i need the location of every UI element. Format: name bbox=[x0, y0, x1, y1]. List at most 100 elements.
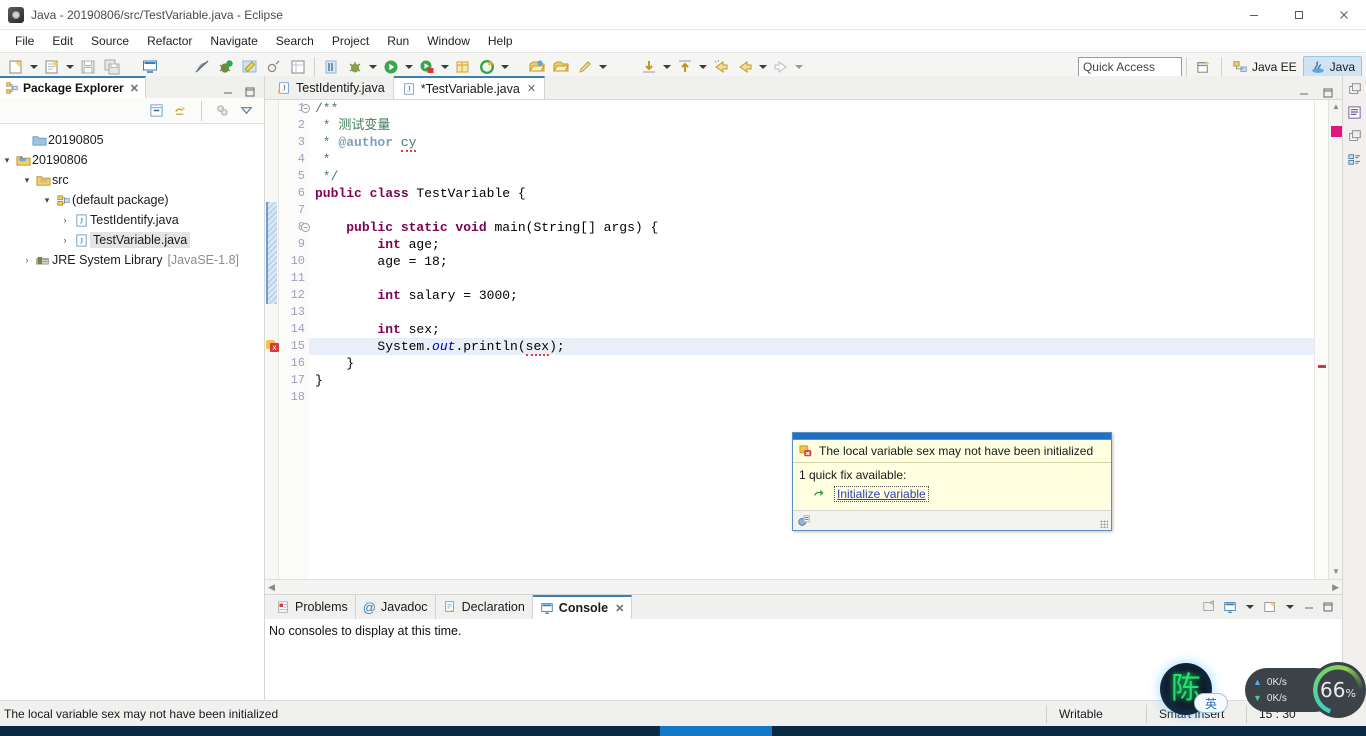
tree-item-src[interactable]: ▾ src bbox=[0, 170, 264, 190]
explorer-toolbar-separator bbox=[201, 100, 202, 121]
tree-item-20190806[interactable]: ▾ 20190806 bbox=[0, 150, 264, 170]
editor-tab-close-icon[interactable]: ✕ bbox=[527, 82, 536, 95]
line-number: 17 bbox=[290, 373, 305, 387]
cpu-usage-gauge[interactable]: 66% bbox=[1310, 662, 1366, 718]
menu-source[interactable]: Source bbox=[82, 32, 138, 50]
link-with-editor-icon[interactable] bbox=[173, 103, 188, 118]
scroll-left-icon[interactable]: ◀ bbox=[268, 582, 275, 593]
quick-fix-proposal-row[interactable]: Initialize variable bbox=[799, 486, 1105, 502]
menu-help[interactable]: Help bbox=[479, 32, 522, 50]
minimize-console-icon[interactable] bbox=[1303, 601, 1315, 613]
restore-view-icon[interactable] bbox=[1348, 82, 1362, 96]
maximize-editor-icon[interactable] bbox=[1322, 87, 1334, 99]
tab-problems[interactable]: Problems bbox=[269, 595, 356, 619]
package-explorer-close-icon[interactable]: ✕ bbox=[130, 82, 139, 95]
maximize-view-icon[interactable] bbox=[244, 86, 256, 98]
tab-console[interactable]: Console ✕ bbox=[532, 595, 633, 619]
new-console-dropdown-icon[interactable] bbox=[1284, 595, 1296, 619]
download-speed: 0K/s bbox=[1266, 692, 1287, 704]
scroll-down-icon[interactable]: ▼ bbox=[1331, 567, 1341, 577]
minimize-editor-icon[interactable] bbox=[1298, 87, 1310, 99]
new-console-view-icon[interactable] bbox=[1263, 600, 1277, 614]
view-menu-focus-icon[interactable] bbox=[215, 103, 230, 118]
tree-item-20190805[interactable]: 20190805 bbox=[0, 130, 264, 150]
maximize-console-icon[interactable] bbox=[1322, 601, 1334, 613]
error-icon bbox=[799, 444, 813, 458]
editor-tab-testidentify[interactable]: J TestIdentify.java bbox=[269, 76, 394, 99]
overview-ruler[interactable] bbox=[1314, 100, 1328, 579]
menu-project[interactable]: Project bbox=[323, 32, 378, 50]
console-close-icon[interactable]: ✕ bbox=[615, 602, 624, 615]
quick-fix-initialize-variable-link[interactable]: Initialize variable bbox=[834, 486, 929, 502]
bottom-tab-row: Problems @ Javadoc Declaration Console ✕ bbox=[265, 595, 1342, 619]
display-selected-console-icon[interactable] bbox=[1223, 600, 1237, 614]
editor-tab-testvariable[interactable]: J *TestVariable.java ✕ bbox=[393, 76, 546, 99]
display-console-dropdown-icon[interactable] bbox=[1244, 595, 1256, 619]
minimize-view-icon[interactable] bbox=[222, 86, 234, 98]
tree-label: TestIdentify.java bbox=[90, 213, 179, 227]
menu-edit[interactable]: Edit bbox=[43, 32, 82, 50]
tab-declaration[interactable]: Declaration bbox=[436, 595, 533, 619]
line-number: 9 bbox=[297, 237, 305, 251]
minimize-button[interactable] bbox=[1231, 0, 1276, 30]
collapse-all-icon[interactable] bbox=[149, 103, 164, 118]
outline-view-icon[interactable] bbox=[1347, 105, 1362, 120]
menu-refactor[interactable]: Refactor bbox=[138, 32, 201, 50]
code-line: public static void main(String[] args) { bbox=[346, 220, 659, 235]
close-button[interactable] bbox=[1321, 0, 1366, 30]
status-writable: Writable bbox=[1046, 704, 1146, 723]
quick-access-input[interactable]: Quick Access bbox=[1077, 57, 1182, 77]
tree-label: 20190806 bbox=[32, 153, 88, 167]
code-line: /** bbox=[315, 101, 339, 116]
tree-item-default-package[interactable]: ▾ (default package) bbox=[0, 190, 264, 210]
tree-twisty[interactable]: ▾ bbox=[20, 175, 34, 186]
taskbar-active-window[interactable] bbox=[660, 726, 772, 736]
scroll-right-icon[interactable]: ▶ bbox=[1332, 582, 1339, 593]
window-controls bbox=[1231, 0, 1366, 30]
eclipse-window: Java - 20190806/src/TestVariable.java - … bbox=[0, 0, 1366, 736]
task-list-view-icon[interactable] bbox=[1347, 152, 1362, 167]
open-console-icon[interactable] bbox=[1202, 600, 1216, 614]
quick-fix-popup[interactable]: The local variable sex may not have been… bbox=[792, 432, 1112, 531]
scroll-up-icon[interactable]: ▲ bbox=[1331, 102, 1341, 112]
menu-file[interactable]: File bbox=[6, 32, 43, 50]
java-project-icon bbox=[14, 153, 32, 168]
menu-window[interactable]: Window bbox=[418, 32, 479, 50]
scroll-thumb[interactable] bbox=[1331, 126, 1342, 137]
error-marker-icon[interactable]: x bbox=[266, 340, 279, 353]
os-taskbar bbox=[0, 726, 1366, 736]
maximize-button[interactable] bbox=[1276, 0, 1321, 30]
quick-fix-resize-grip[interactable] bbox=[1100, 520, 1108, 528]
tree-item-testidentify[interactable]: › J TestIdentify.java bbox=[0, 210, 264, 230]
tab-javadoc[interactable]: @ Javadoc bbox=[356, 595, 436, 619]
folder-icon bbox=[30, 133, 48, 148]
code-line: } bbox=[315, 356, 355, 371]
editor-horizontal-scrollbar[interactable]: ◀ ▶ bbox=[265, 579, 1342, 594]
view-menu-icon[interactable] bbox=[239, 103, 254, 118]
annotation-ruler[interactable]: x bbox=[265, 100, 279, 579]
tree-item-jre-system-library[interactable]: › JRE System Library [JavaSE-1.8] bbox=[0, 250, 264, 270]
ime-language-badge[interactable]: 英 bbox=[1194, 693, 1228, 713]
tree-twisty[interactable]: › bbox=[20, 255, 34, 265]
editor-view-controls bbox=[1298, 87, 1342, 99]
tree-twisty[interactable]: › bbox=[58, 215, 72, 225]
menu-search[interactable]: Search bbox=[267, 32, 323, 50]
ime-indicator[interactable]: 陈 英 bbox=[1160, 663, 1228, 715]
editor-vertical-scrollbar[interactable]: ▲ ▼ bbox=[1328, 100, 1342, 579]
tree-twisty[interactable]: ▾ bbox=[40, 195, 54, 206]
code-line: age = 18; bbox=[315, 254, 448, 269]
code-line: int sex; bbox=[377, 322, 440, 337]
tab-package-explorer[interactable]: Package Explorer ✕ bbox=[0, 76, 146, 98]
tree-item-testvariable[interactable]: › J TestVariable.java bbox=[0, 230, 264, 250]
quick-fix-preview-icon[interactable] bbox=[797, 514, 811, 528]
line-number: 4 bbox=[297, 152, 305, 166]
bottom-tab-label: Problems bbox=[295, 600, 348, 614]
menu-run[interactable]: Run bbox=[378, 32, 418, 50]
restore-view-icon-2[interactable] bbox=[1348, 129, 1362, 143]
menu-navigate[interactable]: Navigate bbox=[201, 32, 266, 50]
tree-twisty[interactable]: › bbox=[58, 235, 72, 245]
code-line: */ bbox=[315, 169, 339, 184]
tree-twisty[interactable]: ▾ bbox=[0, 155, 14, 166]
